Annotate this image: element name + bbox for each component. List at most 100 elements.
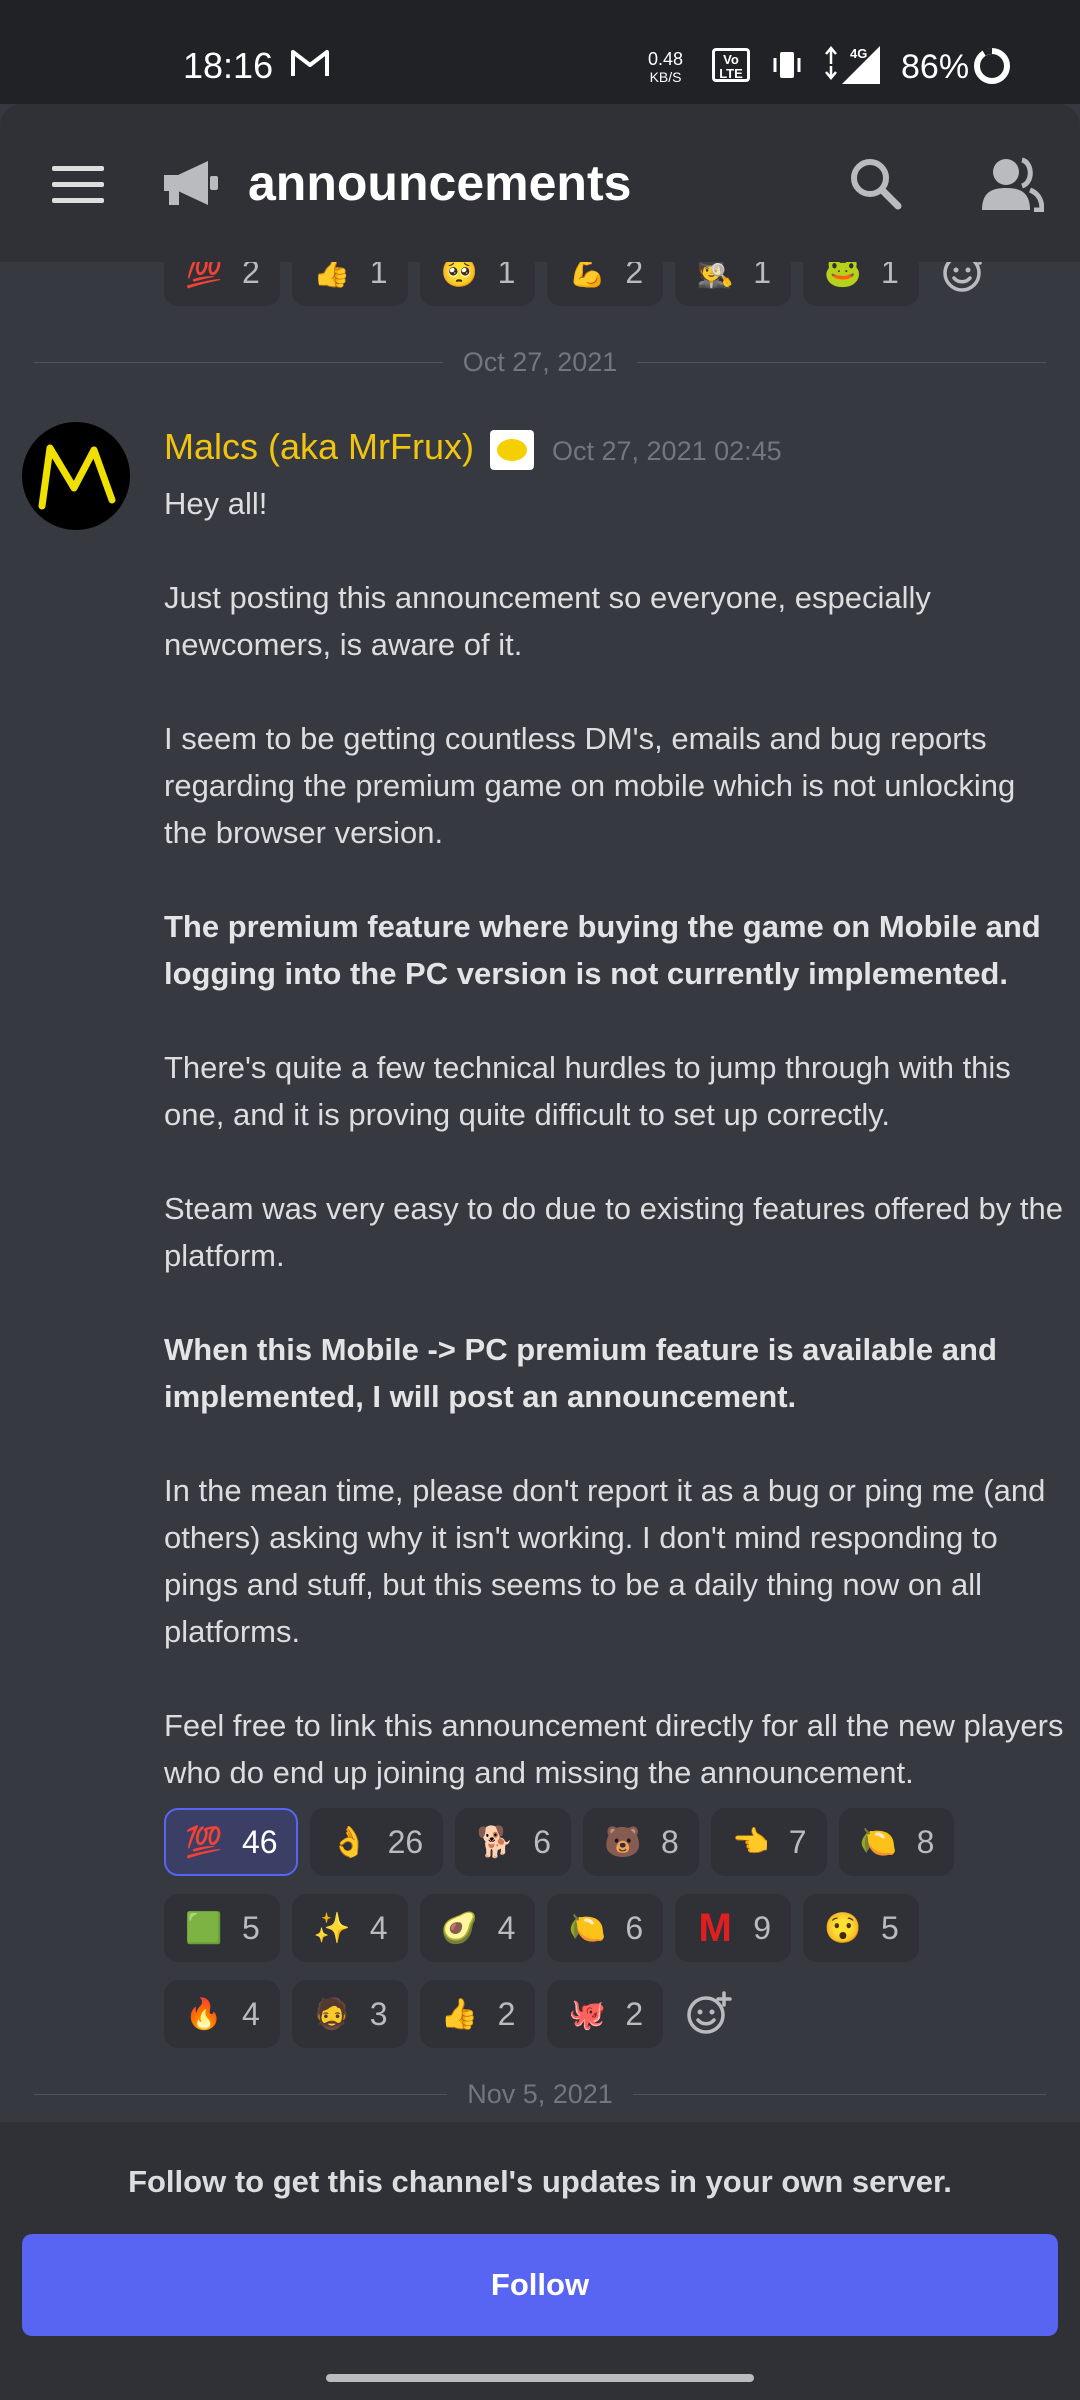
menu-icon[interactable] <box>52 166 104 206</box>
reaction-count: 26 <box>387 1823 424 1860</box>
message-paragraph: Feel free to link this announcement dire… <box>164 1708 1064 1790</box>
reaction-pill[interactable]: 💯 2 <box>164 262 280 306</box>
search-icon[interactable] <box>848 156 904 212</box>
reaction-count: 9 <box>753 1909 771 1946</box>
vibrate-icon <box>773 52 801 78</box>
reaction-pill[interactable]: 🕵️ 1 <box>675 262 791 306</box>
reaction-pill[interactable]: 🐕 6 <box>455 1808 571 1876</box>
reaction-emoji-icon: 🐸 <box>824 262 862 289</box>
reaction-count: 1 <box>369 262 388 290</box>
reaction-count: 8 <box>660 1823 679 1860</box>
message-paragraph: Steam was very easy to do due to existin… <box>164 1191 1063 1273</box>
reaction-pill[interactable]: 💪 2 <box>547 262 664 306</box>
reaction-emoji-icon: 🧔 <box>313 1997 351 2031</box>
battery-icon <box>974 48 1010 84</box>
reaction-emoji-icon: 👍 <box>440 1997 479 2031</box>
previous-message-reactions: 💯 2 👍 1 🥺 1 💪 2 🕵️ 1 🐸 1 <box>164 262 999 306</box>
message-paragraph: Hey all! <box>164 486 268 521</box>
reaction-pill[interactable]: 👍 1 <box>291 262 408 306</box>
message-paragraph: I seem to be getting countless DM's, ema… <box>164 721 1016 850</box>
reaction-emoji-icon: 🐻 <box>604 1825 642 1859</box>
avatar[interactable] <box>22 422 130 530</box>
reaction-emoji-icon: 🐕 <box>476 1825 514 1859</box>
reaction-emoji-icon: 💯 <box>185 262 223 289</box>
message-reactions-row-1: 💯 46 👌 26 🐕 6 🐻 8 👈 7 🍋 8 <box>164 1808 955 1876</box>
reaction-pill[interactable]: 🐙 2 <box>547 1980 664 2048</box>
status-bar: 18:16 0.48 KB/S Vo LTE 4G 86% <box>0 0 1080 104</box>
reaction-emoji-icon: 🕵️ <box>696 262 734 289</box>
message-paragraph: There's quite a few technical hurdles to… <box>164 1050 1011 1132</box>
reaction-count: 1 <box>497 262 516 290</box>
reaction-pill[interactable]: 👌 26 <box>309 1808 444 1876</box>
follow-note: Follow to get this channel's updates in … <box>128 2164 952 2199</box>
megaphone-icon <box>164 161 218 205</box>
reaction-emoji-icon: 😯 <box>824 1911 862 1945</box>
reaction-count: 2 <box>242 262 260 290</box>
reaction-emoji-icon: M <box>698 1906 732 1950</box>
reaction-emoji-icon: 👍 <box>313 262 351 289</box>
reaction-emoji-icon: 🥺 <box>440 262 479 289</box>
members-icon[interactable] <box>980 156 1044 212</box>
message-paragraph: In the mean time, please don't report it… <box>164 1473 1046 1649</box>
message-feed[interactable]: 💯 2 👍 1 🥺 1 💪 2 🕵️ 1 🐸 1 Oct 27, 2021 Malcs (aka Mr… <box>0 262 1080 2122</box>
reaction-pill[interactable]: 👈 7 <box>710 1808 827 1876</box>
lemon-badge-icon <box>490 430 534 470</box>
reaction-pill[interactable]: 🟩 5 <box>164 1894 280 1962</box>
reaction-count: 5 <box>242 1909 260 1946</box>
reaction-count: 7 <box>788 1823 807 1860</box>
reaction-count: 1 <box>753 262 771 290</box>
follow-button[interactable]: Follow <box>22 2234 1058 2336</box>
gmail-icon <box>291 50 329 76</box>
add-reaction-icon[interactable] <box>931 262 999 306</box>
message-reactions-row-2: 🟩 5 ✨ 4 🥑 4 🍋 6 M 9 😯 5 <box>164 1894 919 1962</box>
reaction-pill[interactable]: 🧔 3 <box>291 1980 408 2048</box>
reaction-pill[interactable]: 🍋 8 <box>838 1808 955 1876</box>
reaction-emoji-icon: 💯 <box>185 1825 223 1859</box>
reaction-pill[interactable]: 🍋 6 <box>547 1894 664 1962</box>
follow-footer: Follow to get this channel's updates in … <box>0 2122 1080 2400</box>
reaction-count: 1 <box>880 262 899 290</box>
reaction-pill[interactable]: 🥺 1 <box>419 262 536 306</box>
reaction-pill[interactable]: 💯 46 <box>164 1808 298 1876</box>
reaction-emoji-icon: 🐙 <box>568 1997 607 2031</box>
reaction-pill[interactable]: 🐻 8 <box>582 1808 699 1876</box>
reaction-emoji-icon: 👌 <box>330 1825 369 1859</box>
reaction-count: 46 <box>242 1823 278 1860</box>
reaction-pill[interactable]: 🔥 4 <box>164 1980 280 2048</box>
message-paragraph: When this Mobile -> PC premium feature i… <box>164 1332 997 1414</box>
reaction-count: 2 <box>625 1995 644 2032</box>
reaction-emoji-icon: 👈 <box>732 1825 770 1859</box>
reaction-count: 4 <box>242 1995 260 2032</box>
reaction-pill[interactable]: 🐸 1 <box>802 262 919 306</box>
reaction-pill[interactable]: 🥑 4 <box>419 1894 536 1962</box>
date-divider: Oct 27, 2021 <box>34 342 1047 382</box>
message-paragraph: Just posting this announcement so everyo… <box>164 580 931 662</box>
add-reaction-icon[interactable] <box>675 1980 743 2048</box>
reaction-emoji-icon: 🍋 <box>568 1911 607 1945</box>
reaction-count: 2 <box>497 1995 516 2032</box>
reaction-pill[interactable]: 😯 5 <box>802 1894 919 1962</box>
reaction-count: 8 <box>916 1823 935 1860</box>
reaction-count: 4 <box>369 1909 388 1946</box>
message-reactions-row-3: 🔥 4 🧔 3 👍 2 🐙 2 <box>164 1980 743 2048</box>
status-time: 18:16 <box>183 45 274 86</box>
reaction-pill[interactable]: ✨ 4 <box>291 1894 408 1962</box>
channel-header: announcements <box>0 104 1080 262</box>
reaction-pill[interactable]: M9 <box>675 1894 791 1962</box>
reaction-emoji-icon: 🟩 <box>185 1911 223 1945</box>
reaction-count: 4 <box>497 1909 516 1946</box>
svg-text:4G: 4G <box>850 46 867 61</box>
home-indicator[interactable] <box>326 2374 754 2382</box>
reaction-emoji-icon: 🍋 <box>859 1825 898 1859</box>
date-divider: Nov 5, 2021 <box>34 2074 1047 2114</box>
author-name[interactable]: Malcs (aka MrFrux) <box>164 426 474 468</box>
reaction-count: 2 <box>625 262 644 290</box>
net-speed: 0.48 KB/S <box>648 49 684 85</box>
channel-title: announcements <box>248 155 632 211</box>
reaction-pill[interactable]: 👍 2 <box>419 1980 536 2048</box>
reaction-emoji-icon: 🔥 <box>185 1997 223 2031</box>
reaction-count: 3 <box>369 1995 388 2032</box>
reaction-count: 6 <box>533 1823 551 1860</box>
message-paragraph: The premium feature where buying the gam… <box>164 909 1041 991</box>
reaction-emoji-icon: 🥑 <box>440 1911 479 1945</box>
